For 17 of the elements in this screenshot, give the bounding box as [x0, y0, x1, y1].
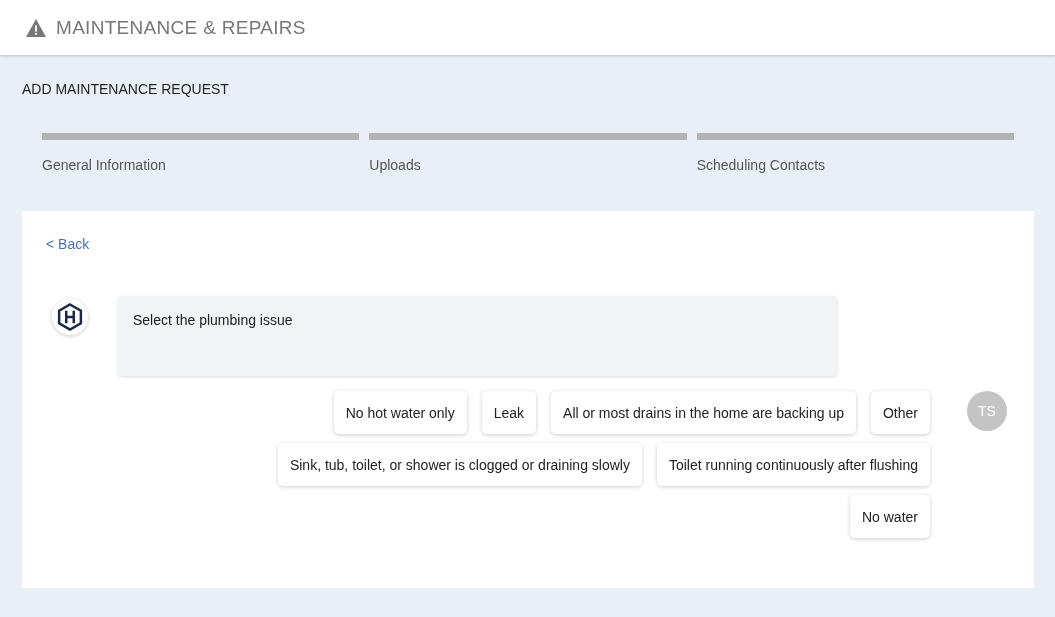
- step-label: Scheduling Contacts: [696, 157, 827, 173]
- message-text: Select the plumbing issue: [133, 312, 293, 328]
- option-button[interactable]: All or most drains in the home are backing up: [551, 391, 856, 434]
- section-title: ADD MAINTENANCE REQUEST: [22, 81, 230, 97]
- option-button[interactable]: Toilet running continuously after flushing: [656, 443, 930, 486]
- step-label: Uploads: [369, 157, 422, 173]
- back-link[interactable]: < Back: [46, 236, 90, 252]
- warning-icon: [25, 17, 47, 38]
- option-button[interactable]: Sink, tub, toilet, or shower is clogged or draining slowly: [277, 443, 642, 486]
- user-avatar: TS: [967, 391, 1007, 431]
- page-header-title: MAINTENANCE & REPAIRS: [56, 16, 306, 39]
- step-label: General Information: [42, 157, 167, 173]
- option-button[interactable]: No water: [849, 495, 930, 538]
- option-button[interactable]: Other: [871, 391, 930, 434]
- option-button[interactable]: Leak: [481, 391, 537, 434]
- bot-avatar: [52, 299, 88, 335]
- option-button[interactable]: No hot water only: [333, 391, 467, 434]
